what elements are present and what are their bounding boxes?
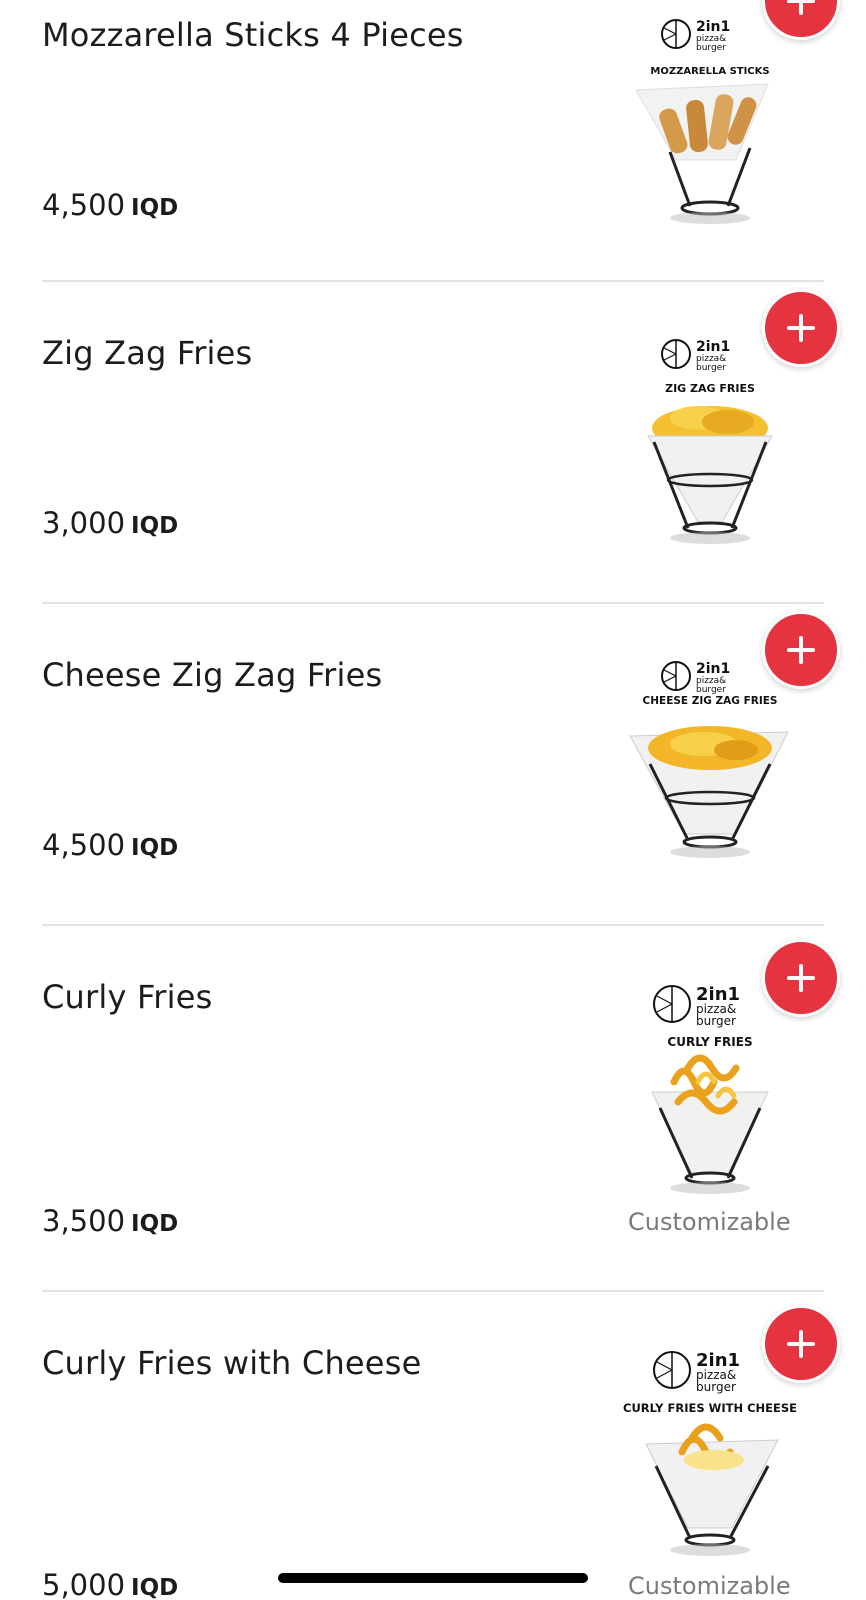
price-value: 3,000 (42, 506, 126, 540)
item-name: Zig Zag Fries (42, 334, 253, 372)
price-value: 3,500 (42, 1204, 126, 1238)
add-to-cart-button[interactable] (762, 611, 840, 689)
brand-line1: 2in1 (696, 339, 730, 355)
item-price: 4,500 IQD (42, 188, 178, 222)
food-image-zig-zag-fries: 2in1 pizza& burger ZIG ZAG FRIES (647, 339, 773, 544)
brand-line3: burger (696, 1380, 736, 1394)
image-caption: MOZZARELLA STICKS (650, 66, 769, 77)
plus-icon (787, 314, 815, 342)
image-caption: CURLY FRIES WITH CHEESE (623, 1401, 797, 1415)
menu-item-list: Mozzarella Sticks 4 Pieces 4,500 IQD 2in1… (0, 0, 866, 1600)
item-price: 4,500 IQD (42, 828, 178, 862)
item-image[interactable]: 2in1 pizza& burger ZIG ZAG FRIES (618, 332, 808, 552)
food-image-mozzarella: 2in1 pizza& burger MOZZARELLA STICKS (635, 19, 770, 224)
price-value: 4,500 (42, 188, 126, 222)
plus-icon (787, 964, 815, 992)
food-image-cheese-zig-zag-fries: 2in1 pizza& burger CHEESE ZIG ZAG FRIES (629, 661, 789, 858)
item-image[interactable]: 2in1 pizza& burger MOZZARELLA STICKS (618, 10, 808, 230)
customizable-label: Customizable (628, 1208, 791, 1236)
brand-line3: burger (696, 1014, 736, 1028)
brand-line3: burger (696, 685, 726, 695)
price-currency: IQD (131, 1575, 179, 1600)
image-caption: CHEESE ZIG ZAG FRIES (643, 695, 778, 707)
price-value: 4,500 (42, 828, 126, 862)
item-image[interactable]: 2in1 pizza& burger CURLY FRIES (618, 982, 808, 1202)
price-currency: IQD (131, 835, 179, 861)
price-currency: IQD (131, 513, 179, 539)
customizable-label: Customizable (628, 1572, 791, 1600)
item-name: Cheese Zig Zag Fries (42, 656, 383, 694)
add-to-cart-button[interactable] (762, 939, 840, 1017)
plus-icon (787, 636, 815, 664)
food-image-curly-fries-cheese: 2in1 pizza& burger CURLY FRIES WITH CHEE… (623, 1350, 797, 1556)
food-image-curly-fries: 2in1 pizza& burger CURLY FRIES (651, 984, 769, 1194)
item-image[interactable]: 2in1 pizza& burger CURLY FRIES WITH CHEE… (618, 1348, 808, 1568)
image-caption: CURLY FRIES (667, 1035, 752, 1049)
menu-item[interactable]: Curly Fries 3,500 IQD 2in1 pizza& burger … (0, 926, 866, 1292)
price-value: 5,000 (42, 1568, 126, 1600)
menu-item[interactable]: Cheese Zig Zag Fries 4,500 IQD 2in1 pizza… (0, 604, 866, 926)
brand-line3: burger (696, 363, 726, 373)
brand-line1: 2in1 (696, 661, 730, 677)
menu-item[interactable]: Mozzarella Sticks 4 Pieces 4,500 IQD 2in1… (0, 0, 866, 282)
menu-item[interactable]: Zig Zag Fries 3,000 IQD 2in1 pizza& burge… (0, 282, 866, 604)
plus-icon (787, 0, 815, 15)
item-price: 3,500 IQD (42, 1204, 178, 1238)
item-name: Curly Fries (42, 978, 213, 1016)
item-name: Curly Fries with Cheese (42, 1344, 422, 1382)
add-to-cart-button[interactable] (762, 289, 840, 367)
item-price: 3,000 IQD (42, 506, 178, 540)
item-name: Mozzarella Sticks 4 Pieces (42, 16, 464, 54)
image-caption: ZIG ZAG FRIES (665, 382, 755, 395)
item-image[interactable]: 2in1 pizza& burger CHEESE ZIG ZAG FRIES (618, 654, 808, 874)
price-currency: IQD (131, 1211, 179, 1237)
brand-line1: 2in1 (696, 19, 730, 35)
home-indicator[interactable] (278, 1573, 588, 1583)
brand-line3: burger (696, 43, 726, 53)
menu-item[interactable]: Curly Fries with Cheese 5,000 IQD 2in1 pi… (0, 1292, 866, 1600)
plus-icon (787, 1330, 815, 1358)
price-currency: IQD (131, 195, 179, 221)
add-to-cart-button[interactable] (762, 1305, 840, 1383)
item-price: 5,000 IQD (42, 1568, 178, 1600)
